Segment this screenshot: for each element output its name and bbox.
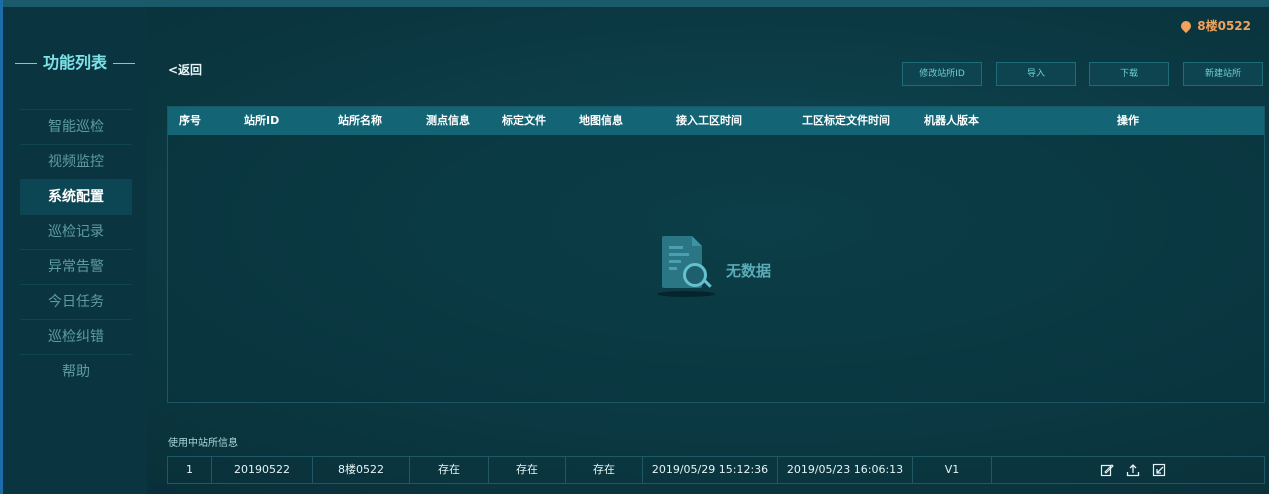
cell-station-name: 8楼0522 xyxy=(313,457,410,483)
cell-measure-info: 存在 xyxy=(410,457,489,483)
cell-robot-version: V1 xyxy=(913,457,992,483)
col-calib-file: 标定文件 xyxy=(502,114,546,127)
back-link[interactable]: <返回 xyxy=(168,61,202,78)
modify-station-id-button[interactable]: 修改站所ID xyxy=(902,62,982,86)
cell-actions xyxy=(992,457,1264,483)
empty-state: 无数据 xyxy=(657,233,787,299)
top-bar xyxy=(0,0,1269,7)
table-header: 序号 站所ID 站所名称 测点信息 标定文件 地图信息 接入工区时间 工区标定文… xyxy=(168,107,1264,135)
col-station-name: 站所名称 xyxy=(338,114,382,127)
cell-index: 1 xyxy=(168,457,212,483)
sidebar-item-help[interactable]: 帮助 xyxy=(20,354,132,389)
col-calib-time: 工区标定文件时间 xyxy=(802,114,890,127)
cell-calib-file: 存在 xyxy=(489,457,566,483)
sidebar-item-alarms[interactable]: 异常告警 xyxy=(20,249,132,284)
current-station-row: 1 20190522 8楼0522 存在 存在 存在 2019/05/29 15… xyxy=(167,456,1265,484)
sidebar-item-system-config[interactable]: 系统配置 xyxy=(20,179,132,214)
download-button[interactable]: 下载 xyxy=(1089,62,1169,86)
magnifier-icon xyxy=(683,263,707,287)
upload-icon[interactable] xyxy=(1126,463,1140,477)
cell-calib-time: 2019/05/23 16:06:13 xyxy=(778,457,913,483)
current-station-label: 使用中站所信息 xyxy=(168,438,238,449)
sidebar-item-video-monitoring[interactable]: 视频监控 xyxy=(20,144,132,179)
sidebar: 功能列表 智能巡检 视频监控 系统配置 巡检记录 异常告警 今日任务 巡检纠错 … xyxy=(3,7,147,494)
current-location: 8楼0522 xyxy=(1179,17,1251,34)
empty-text: 无数据 xyxy=(726,262,772,280)
sidebar-item-today-tasks[interactable]: 今日任务 xyxy=(20,284,132,319)
col-access-time: 接入工区时间 xyxy=(676,114,742,127)
cell-access-time: 2019/05/29 15:12:36 xyxy=(643,457,778,483)
col-index: 序号 xyxy=(179,114,201,127)
col-measure-info: 测点信息 xyxy=(426,114,470,127)
sidebar-menu: 智能巡检 视频监控 系统配置 巡检记录 异常告警 今日任务 巡检纠错 帮助 xyxy=(20,109,132,389)
cell-station-id: 20190522 xyxy=(212,457,313,483)
title-dash-right xyxy=(113,63,135,64)
new-station-button[interactable]: 新建站所 xyxy=(1183,62,1263,86)
sidebar-title: 功能列表 xyxy=(3,49,147,73)
import-button[interactable]: 导入 xyxy=(996,62,1076,86)
sidebar-item-inspection-records[interactable]: 巡检记录 xyxy=(20,214,132,249)
col-actions: 操作 xyxy=(1117,114,1139,127)
location-pin-icon xyxy=(1179,18,1194,34)
empty-shadow xyxy=(657,291,715,297)
sidebar-title-text: 功能列表 xyxy=(42,53,107,72)
sidebar-item-inspection-correction[interactable]: 巡检纠错 xyxy=(20,319,132,354)
title-dash-left xyxy=(14,63,37,64)
magnifier-handle xyxy=(703,279,712,288)
col-station-id: 站所ID xyxy=(244,114,280,127)
location-text: 8楼0522 xyxy=(1197,19,1251,33)
edit-icon[interactable] xyxy=(1100,463,1114,477)
sidebar-item-smart-inspection[interactable]: 智能巡检 xyxy=(20,109,132,144)
col-map-info: 地图信息 xyxy=(579,114,623,127)
cell-map-info: 存在 xyxy=(566,457,643,483)
col-robot-version: 机器人版本 xyxy=(924,114,979,127)
station-table: 序号 站所ID 站所名称 测点信息 标定文件 地图信息 接入工区时间 工区标定文… xyxy=(167,106,1265,403)
import-icon[interactable] xyxy=(1152,463,1166,477)
